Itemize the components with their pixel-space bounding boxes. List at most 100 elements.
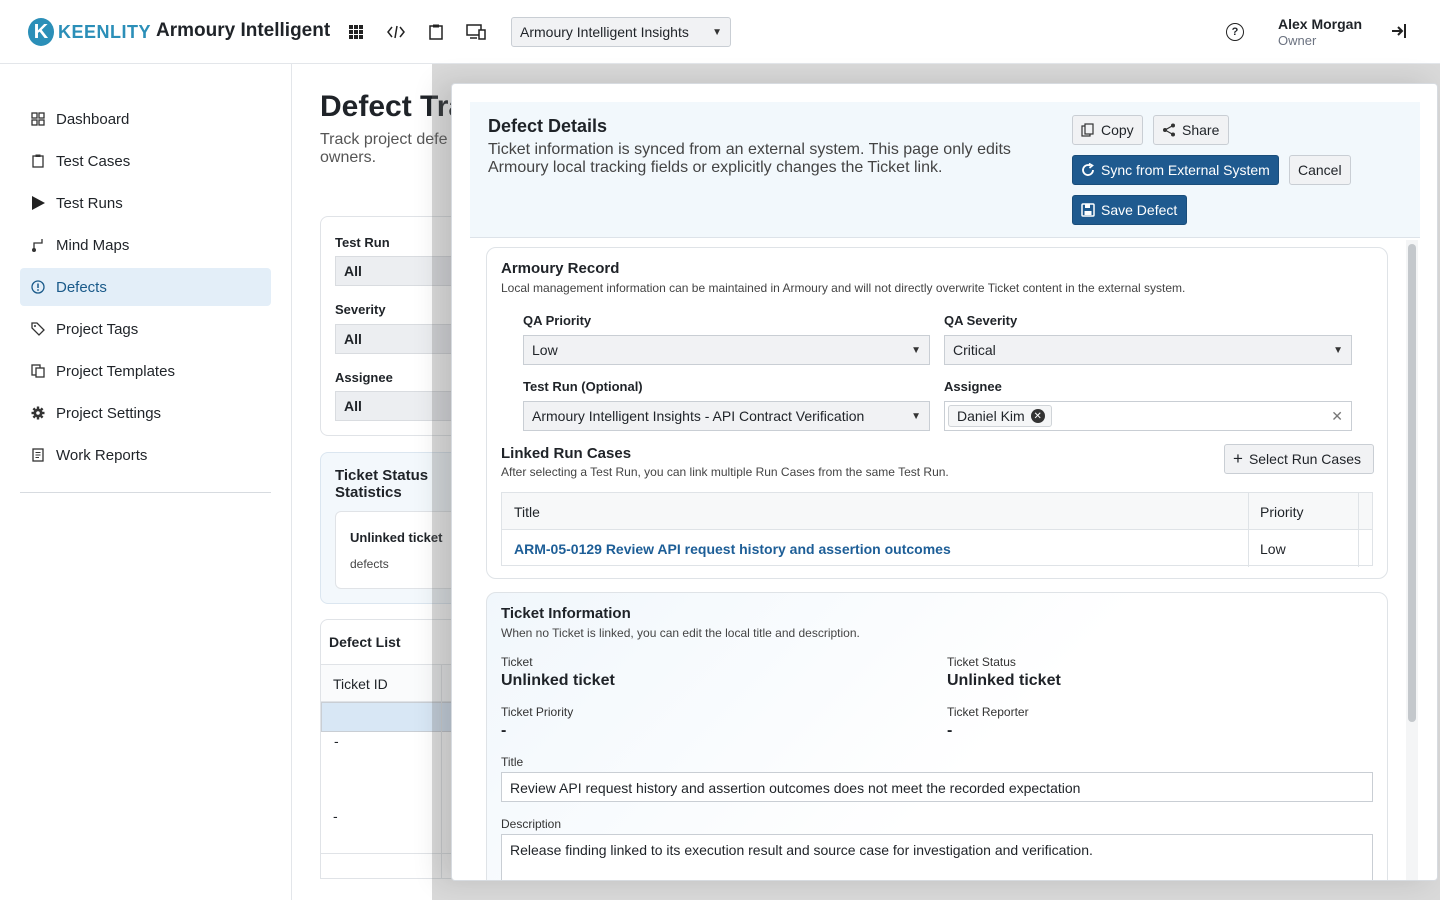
qa-severity-select[interactable]: Critical ▼ [944, 335, 1352, 365]
sidebar-item-label: Test Runs [56, 194, 123, 212]
assignee-chip[interactable]: Daniel Kim ✕ [948, 405, 1052, 427]
copy-button-label: Copy [1101, 122, 1134, 138]
report-icon [30, 447, 46, 463]
dashboard-icon [30, 111, 46, 127]
filter-severity-label: Severity [335, 302, 386, 317]
ticket-status-label: Ticket Status [947, 655, 1016, 669]
sidebar-item-label: Project Settings [56, 404, 162, 422]
gear-icon [30, 405, 46, 421]
armoury-record-description: Local management information can be main… [501, 281, 1186, 295]
grid-icon[interactable] [344, 20, 368, 44]
qa-priority-select[interactable]: Low ▼ [523, 335, 930, 365]
ticket-information-section: Ticket Information When no Ticket is lin… [486, 592, 1388, 880]
sidebar-item-dashboard[interactable]: Dashboard [20, 100, 271, 138]
sidebar-item-project-tags[interactable]: Project Tags [20, 310, 271, 348]
qa-severity-label: QA Severity [944, 313, 1018, 328]
sidebar-item-label: Dashboard [56, 110, 130, 128]
help-icon[interactable]: ? [1226, 23, 1244, 41]
sidebar-item-label: Project Tags [56, 320, 139, 338]
qa-priority-label: QA Priority [523, 313, 592, 328]
run-case-priority: Low [1260, 541, 1286, 557]
dialog-header: Defect Details Ticket information is syn… [470, 102, 1420, 238]
stats-title: Ticket Status Statistics [335, 467, 429, 501]
share-button[interactable]: Share [1153, 115, 1229, 145]
ticket-id-cell: - [333, 808, 338, 824]
clear-icon[interactable]: ✕ [1331, 408, 1343, 425]
save-icon [1081, 203, 1095, 217]
sidebar-item-mind-maps[interactable]: Mind Maps [20, 226, 271, 264]
defect-details-dialog: Defect Details Ticket information is syn… [451, 83, 1438, 881]
user-role: Owner [1278, 33, 1317, 48]
plus-icon: + [1233, 449, 1243, 468]
column-divider [1358, 493, 1359, 567]
run-case-link[interactable]: ARM-05-0129 Review API request history a… [514, 541, 951, 557]
sidebar-item-label: Project Templates [56, 362, 175, 380]
tag-icon [30, 321, 46, 337]
ticket-label: Ticket [501, 655, 533, 669]
sidebar-item-label: Defects [56, 278, 107, 296]
project-select[interactable]: Armoury Intelligent Insights ▼ [511, 17, 731, 47]
title-input[interactable]: Review API request history and assertion… [501, 772, 1373, 802]
test-run-label: Test Run (Optional) [523, 379, 643, 394]
copy-icon [1081, 123, 1094, 137]
cancel-button[interactable]: Cancel [1289, 155, 1351, 185]
dialog-scrollbar-thumb[interactable] [1408, 244, 1416, 722]
col-title[interactable]: Title [514, 504, 540, 520]
select-run-cases-label: Select Run Cases [1248, 451, 1361, 467]
col-priority[interactable]: Priority [1260, 504, 1304, 520]
chevron-down-icon: ▼ [911, 344, 921, 356]
qa-severity-value: Critical [953, 342, 996, 358]
devices-icon[interactable] [464, 20, 488, 44]
col-ticket-id[interactable]: Ticket ID [333, 676, 388, 692]
play-icon [30, 195, 46, 211]
clipboard-icon[interactable] [424, 20, 448, 44]
sync-button-label: Sync from External System [1101, 162, 1270, 178]
sidebar-item-test-cases[interactable]: Test Cases [20, 142, 271, 180]
sidebar-item-test-runs[interactable]: Test Runs [20, 184, 271, 222]
templates-icon [30, 363, 46, 379]
description-field-label: Description [501, 817, 562, 831]
chevron-down-icon: ▼ [712, 26, 722, 38]
column-divider [1248, 493, 1249, 567]
assignee-multiselect[interactable]: Daniel Kim ✕ ✕ [944, 401, 1352, 431]
share-button-label: Share [1182, 122, 1220, 138]
remove-chip-icon[interactable]: ✕ [1030, 409, 1045, 423]
sidebar-item-label: Work Reports [56, 446, 148, 464]
mind-map-icon [30, 237, 46, 253]
share-icon [1163, 123, 1175, 137]
filter-assignee-label: Assignee [335, 370, 393, 385]
title-field-label: Title [501, 755, 524, 769]
description-textarea[interactable]: Release finding linked to its execution … [501, 834, 1373, 880]
armoury-record-title: Armoury Record [501, 260, 620, 277]
sidebar-nav: Dashboard Test Cases Test Runs Mind Maps… [20, 100, 271, 478]
test-run-select[interactable]: Armoury Intelligent Insights - API Contr… [523, 401, 930, 431]
top-bar: K KEENLITY Armoury Intelligent Armoury I… [0, 0, 1440, 64]
sidebar-item-project-templates[interactable]: Project Templates [20, 352, 271, 390]
dialog-description: Ticket information is synced from an ext… [488, 141, 1011, 176]
ticket-priority-value: - [501, 722, 507, 739]
project-select-value: Armoury Intelligent Insights [520, 24, 689, 40]
ticket-reporter-value: - [947, 722, 953, 739]
sidebar-item-work-reports[interactable]: Work Reports [20, 436, 271, 474]
select-run-cases-button[interactable]: + Select Run Cases [1224, 444, 1374, 474]
cancel-button-label: Cancel [1298, 162, 1342, 178]
ticket-info-description: When no Ticket is linked, you can edit t… [501, 626, 860, 640]
logout-icon[interactable] [1390, 22, 1410, 42]
filter-test-run-label: Test Run [335, 235, 390, 250]
logo-text: KEENLITY [58, 21, 152, 42]
ticket-priority-label: Ticket Priority [501, 705, 574, 719]
sidebar-item-defects[interactable]: Defects [20, 268, 271, 306]
user-name[interactable]: Alex Morgan [1278, 16, 1362, 32]
sync-external-button[interactable]: Sync from External System [1072, 155, 1279, 185]
copy-button[interactable]: Copy [1072, 115, 1143, 145]
clipboard-icon [30, 153, 46, 169]
save-defect-button[interactable]: Save Defect [1072, 195, 1187, 225]
ticket-info-title: Ticket Information [501, 605, 631, 622]
keenlity-logo[interactable]: K KEENLITY [28, 18, 151, 46]
sidebar-item-project-settings[interactable]: Project Settings [20, 394, 271, 432]
code-icon[interactable] [384, 20, 408, 44]
ticket-value: Unlinked ticket [501, 672, 615, 689]
sidebar-item-label: Test Cases [56, 152, 131, 170]
sidebar-item-label: Mind Maps [56, 236, 130, 254]
assignee-label: Assignee [944, 379, 1002, 394]
